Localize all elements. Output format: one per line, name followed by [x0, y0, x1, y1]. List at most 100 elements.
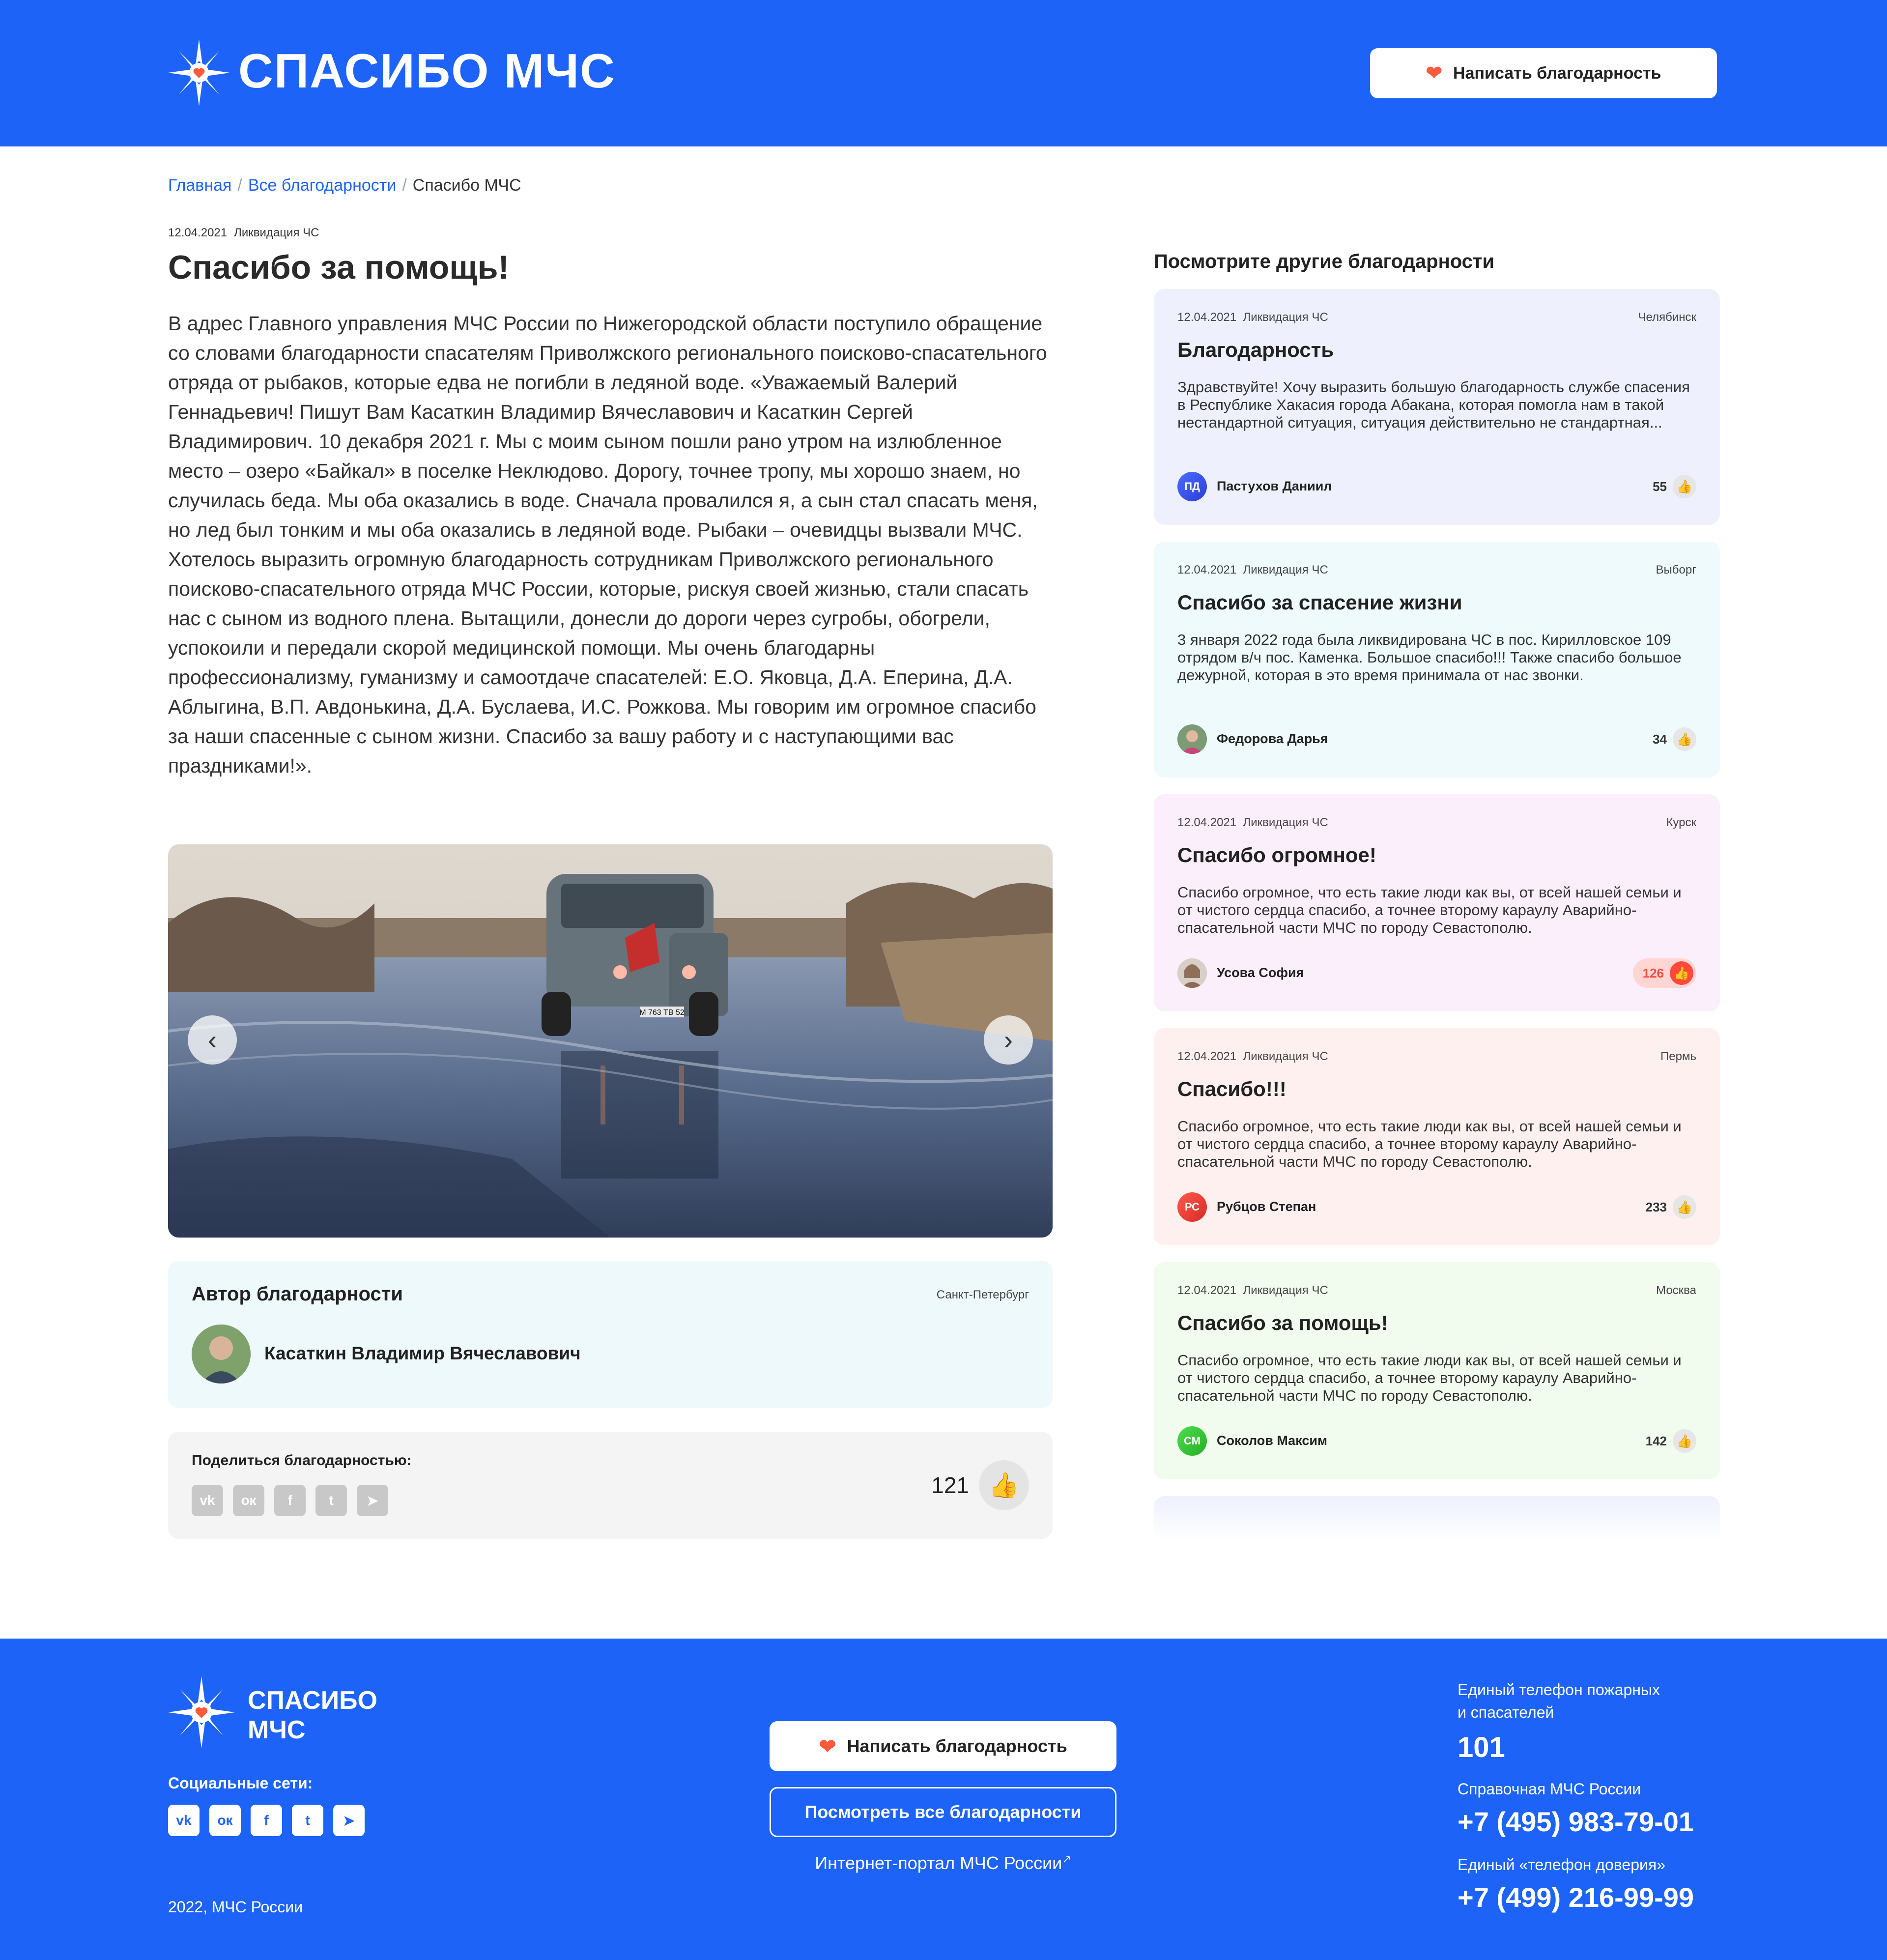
article-category: Ликвидация ЧС [234, 226, 319, 239]
card-title: Спасибо!!! [1177, 1077, 1287, 1100]
sidebar-title: Посмотрите другие благодарности [1154, 251, 1495, 272]
footer-write-thanks-button[interactable]: ❤ Написать благодарность [770, 1721, 1116, 1771]
heart-icon: ❤ [1426, 62, 1443, 84]
thanks-card[interactable]: 12.04.2021 Ликвидация ЧС Челябинск Благо… [1154, 289, 1720, 525]
twitter-icon[interactable]: t [292, 1805, 323, 1836]
card-likes-active[interactable]: 126 👍 [1632, 958, 1696, 988]
footer-logo-line2[interactable]: МЧС [248, 1715, 305, 1745]
card-city: Выборг [1656, 563, 1696, 576]
view-all-thanks-button[interactable]: Посмотреть все благодарности [770, 1787, 1116, 1837]
card-category: Ликвидация ЧС [1243, 816, 1328, 829]
author-city: Санкт-Петербург [936, 1288, 1029, 1301]
odnoklassniki-icon[interactable]: ок [209, 1805, 241, 1836]
card-city: Пермь [1660, 1050, 1696, 1063]
like-button[interactable]: 👍 [979, 1460, 1029, 1510]
site-header: СПАСИБО МЧС ❤ Написать благодарность [0, 0, 1887, 146]
thumbs-up-icon: 👍 [1673, 727, 1696, 751]
thanks-card[interactable]: 12.04.2021 Ликвидация ЧС Выборг Спасибо … [1154, 542, 1720, 778]
external-link-icon: ↗ [1062, 1853, 1071, 1865]
thumbs-up-icon: 👍 [988, 1471, 1020, 1499]
telegram-icon[interactable]: ➤ [357, 1485, 388, 1516]
card-date: 12.04.2021 [1177, 816, 1237, 829]
card-city: Курск [1666, 816, 1696, 829]
avatar [1177, 958, 1207, 988]
facebook-icon[interactable]: f [251, 1805, 282, 1836]
phone1-number[interactable]: 101 [1458, 1731, 1505, 1764]
footer-write-thanks-label: Написать благодарность [847, 1736, 1067, 1756]
facebook-icon[interactable]: f [274, 1485, 306, 1516]
phone2-number[interactable]: +7 (495) 983-79-01 [1458, 1806, 1694, 1838]
card-city: Москва [1656, 1284, 1696, 1297]
card-likes[interactable]: 55 👍 [1653, 475, 1696, 498]
vk-icon[interactable]: vk [192, 1485, 223, 1516]
thumbs-up-icon: 👍 [1673, 1195, 1696, 1219]
card-category: Ликвидация ЧС [1243, 1050, 1328, 1063]
telegram-icon[interactable]: ➤ [333, 1805, 365, 1836]
card-text: 3 января 2022 года была ликвидирована ЧС… [1177, 631, 1682, 684]
social-label: Социальные сети: [168, 1774, 313, 1792]
article-meta: 12.04.2021 Ликвидация ЧС [168, 226, 319, 240]
card-meta: 12.04.2021 Ликвидация ЧС [1177, 816, 1328, 830]
card-meta: 12.04.2021 Ликвидация ЧС [1177, 563, 1328, 577]
thanks-card[interactable]: 12.04.2021 Ликвидация ЧС Курск Спасибо о… [1154, 794, 1720, 1011]
view-all-thanks-label: Посмотреть все благодарности [804, 1802, 1082, 1822]
card-category: Ликвидация ЧС [1243, 311, 1328, 324]
author-box: Автор благодарности Санкт-Петербург Каса… [168, 1261, 1053, 1408]
card-like-count: 34 [1653, 731, 1667, 747]
logo-text[interactable]: СПАСИБО МЧС [238, 43, 616, 99]
avatar: СМ [1177, 1426, 1207, 1456]
card-meta: 12.04.2021 Ликвидация ЧС [1177, 311, 1328, 324]
card-likes[interactable]: 34 👍 [1653, 727, 1696, 751]
license-plate: М 763 ТВ 52 [639, 1009, 685, 1017]
twitter-icon[interactable]: t [315, 1485, 347, 1516]
photo-prev-button[interactable]: ‹ [188, 1015, 237, 1065]
card-category: Ликвидация ЧС [1243, 1284, 1328, 1297]
thumbs-up-icon: 👍 [1670, 961, 1693, 985]
portal-link-label: Интернет-портал МЧС России [815, 1853, 1062, 1873]
chevron-left-icon: ‹ [208, 1025, 217, 1055]
card-like-count: 233 [1645, 1199, 1667, 1214]
card-likes[interactable]: 142 👍 [1646, 1429, 1696, 1453]
thanks-card[interactable]: 12.04.2021 Ликвидация ЧС Москва Спасибо … [1154, 1262, 1720, 1479]
card-author: Усова София [1217, 965, 1304, 980]
breadcrumb-home[interactable]: Главная [168, 176, 231, 195]
card-meta: 12.04.2021 Ликвидация ЧС [1177, 1050, 1328, 1064]
card-title: Спасибо за спасение жизни [1177, 591, 1462, 614]
avatar: РС [1177, 1192, 1207, 1222]
card-like-count: 126 [1642, 965, 1664, 980]
footer-logo-line1[interactable]: СПАСИБО [248, 1686, 377, 1715]
share-icons: vk ок f t ➤ [192, 1485, 388, 1516]
photo-next-button[interactable]: › [984, 1015, 1033, 1065]
breadcrumb-separator: / [237, 176, 242, 195]
write-thanks-button[interactable]: ❤ Написать благодарность [1370, 48, 1717, 98]
thanks-card[interactable]: 12.04.2021 Ликвидация ЧС Пермь Спасибо!!… [1154, 1028, 1720, 1245]
card-title: Спасибо за помощь! [1177, 1311, 1388, 1334]
article-photo: М 763 ТВ 52 [168, 844, 1053, 1238]
write-thanks-label: Написать благодарность [1453, 63, 1661, 83]
breadcrumb-all[interactable]: Все благодарности [248, 176, 396, 195]
phone3-number[interactable]: +7 (499) 216-99-99 [1458, 1881, 1694, 1913]
share-box: Поделиться благодарностью: vk ок f t ➤ 1… [168, 1432, 1053, 1539]
article-body: В адрес Главного управления МЧС России п… [168, 312, 1047, 777]
card-text: Спасибо огромное, что есть такие люди ка… [1177, 884, 1682, 936]
chevron-right-icon: › [1004, 1025, 1013, 1055]
mchs-star-logo-icon[interactable] [168, 1676, 235, 1749]
card-date: 12.04.2021 [1177, 1284, 1237, 1297]
article-date: 12.04.2021 [168, 226, 228, 239]
odnoklassniki-icon[interactable]: ок [233, 1485, 264, 1516]
breadcrumb-current: Спасибо МЧС [412, 176, 521, 195]
portal-link[interactable]: Интернет-портал МЧС России↗ [770, 1853, 1116, 1874]
breadcrumb: Главная / Все благодарности / Спасибо МЧС [168, 176, 521, 195]
like-count: 121 [931, 1472, 969, 1498]
article-title: Спасибо за помощь! [168, 249, 510, 286]
card-text: Спасибо огромное, что есть такие люди ка… [1177, 1352, 1682, 1404]
card-author: Соколов Максим [1217, 1433, 1327, 1448]
card-text: Здравствуйте! Хочу выразить большую благ… [1177, 378, 1690, 431]
card-likes[interactable]: 233 👍 [1646, 1195, 1696, 1219]
mchs-star-logo-icon[interactable] [168, 39, 230, 106]
card-category: Ликвидация ЧС [1243, 563, 1328, 576]
card-meta: 12.04.2021 Ликвидация ЧС [1177, 1284, 1328, 1297]
site-footer: СПАСИБО МЧС Социальные сети: vk ок f t ➤… [0, 1639, 1887, 1960]
footer-social-icons: vk ок f t ➤ [168, 1805, 365, 1836]
vk-icon[interactable]: vk [168, 1805, 200, 1836]
